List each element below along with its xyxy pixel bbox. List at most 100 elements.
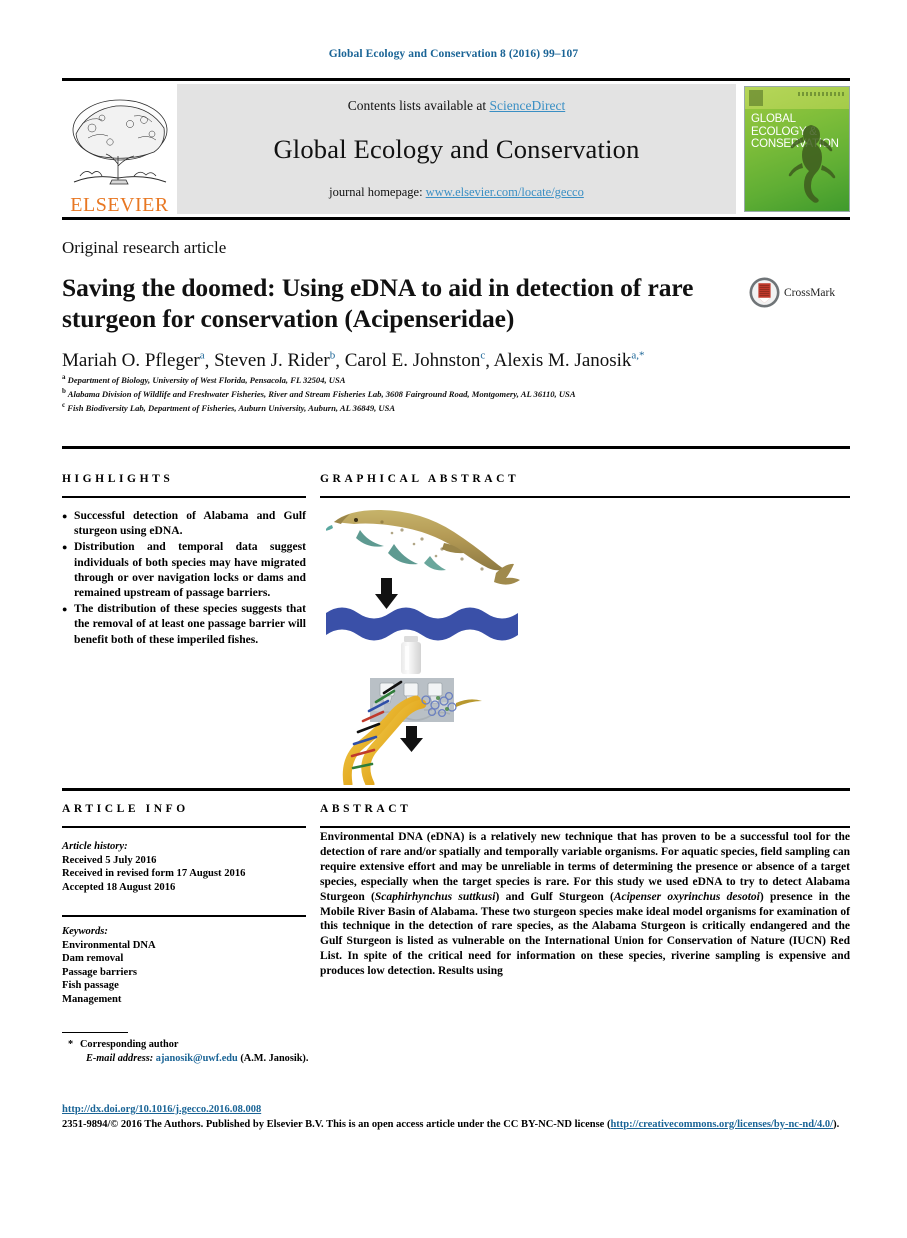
- list-item: ● The distribution of these species sugg…: [62, 601, 306, 647]
- bullet-icon: ●: [62, 604, 68, 615]
- keywords-label: Keywords:: [62, 926, 108, 937]
- contents-available-line: Contents lists available at ScienceDirec…: [348, 98, 565, 114]
- section-divider-middle: [62, 788, 850, 791]
- keyword-item: Fish passage: [62, 980, 119, 992]
- elsevier-logo: ELSEVIER: [62, 81, 177, 217]
- copyright-post: ).: [833, 1118, 840, 1130]
- graphical-abstract-underline: [320, 496, 850, 498]
- affiliation-2: c Fish Biodiversity Lab, Department of F…: [62, 400, 782, 414]
- affiliation-list: a Department of Biology, University of W…: [62, 372, 782, 414]
- crossmark-label: CrossMark: [784, 286, 836, 299]
- abstract-species-2: Acipenser oxyrinchus desotoi: [613, 890, 760, 903]
- email-line: E-mail address: ajanosik@uwf.edu (A.M. J…: [68, 1052, 568, 1066]
- keyword-item: Passage barriers: [62, 966, 138, 978]
- article-first-page: Global Ecology and Conservation 8 (2016)…: [0, 0, 907, 1238]
- sturgeon-fish-icon: [326, 510, 520, 585]
- copyright-line: 2351-9894/© 2016 The Authors. Published …: [62, 1118, 852, 1133]
- journal-title: Global Ecology and Conservation: [273, 134, 640, 164]
- running-head: Global Ecology and Conservation 8 (2016)…: [328, 48, 579, 60]
- corresponding-author-line: * Corresponding author: [68, 1038, 568, 1052]
- corresponding-author-label: Corresponding author: [80, 1039, 179, 1050]
- license-link-2[interactable]: licenses/by-nc-nd/4.0/: [737, 1119, 833, 1130]
- article-info-underline: [62, 826, 306, 828]
- section-divider-top: [62, 446, 850, 449]
- list-item: ● Successful detection of Alabama and Gu…: [62, 508, 306, 538]
- affiliation-1-mark: b: [62, 387, 66, 396]
- journal-homepage-link[interactable]: www.elsevier.com/locate/gecco: [426, 185, 584, 199]
- elsevier-wordmark: ELSEVIER: [70, 194, 169, 216]
- keyword-item: Management: [62, 993, 122, 1005]
- river-water-icon: [326, 607, 518, 641]
- article-history-block: Article history: Received 5 July 2016 Re…: [62, 840, 306, 894]
- sciencedirect-link[interactable]: ScienceDirect: [490, 98, 566, 113]
- author-0: Mariah O. Pflegera: [62, 350, 205, 371]
- highlights-heading: HIGHLIGHTS: [62, 473, 174, 485]
- abstract-species-1: Scaphirhynchus suttkusi: [374, 890, 496, 903]
- author-2-name: Carol E. Johnston: [344, 350, 481, 372]
- abstract-part-3: ) presence in the Mobile River Basin of …: [320, 890, 850, 978]
- author-0-name: Mariah O. Pfleger: [62, 350, 200, 372]
- highlight-text: Distribution and temporal data suggest i…: [74, 540, 306, 600]
- footnote-divider: [62, 1032, 128, 1034]
- author-0-mark: a: [199, 350, 205, 362]
- arrow-down-icon-2: [400, 726, 423, 752]
- affiliation-0-mark: a: [62, 373, 66, 381]
- keyword-item: Dam removal: [62, 953, 124, 965]
- abstract-underline: [320, 826, 850, 828]
- journal-homepage-line: journal homepage: www.elsevier.com/locat…: [329, 185, 584, 200]
- history-item: Accepted 18 August 2016: [62, 881, 176, 893]
- author-1-mark: b: [329, 350, 336, 362]
- graphical-abstract-figure: [326, 510, 520, 785]
- article-history-label: Article history:: [62, 841, 128, 852]
- journal-cover-thumbnail[interactable]: GLOBAL ECOLOGY & CONSERVATION: [744, 86, 850, 212]
- history-item: Received in revised form 17 August 2016: [62, 868, 246, 880]
- article-type-label: Original research article: [62, 238, 227, 257]
- affiliation-2-mark: c: [62, 401, 66, 410]
- author-1: Steven J. Riderb: [214, 350, 335, 371]
- cover-microtext: [798, 92, 844, 96]
- highlight-text: The distribution of these species sugges…: [74, 602, 306, 646]
- list-item: ● Distribution and temporal data suggest…: [62, 539, 306, 600]
- abstract-part-2: ) and Gulf Sturgeon (: [495, 890, 614, 903]
- asterisk-icon: *: [68, 1039, 74, 1050]
- email-label: E-mail address:: [86, 1053, 154, 1064]
- crossmark-badge[interactable]: CrossMark: [749, 277, 835, 308]
- doi-copyright-block: http://dx.doi.org/10.1016/j.gecco.2016.0…: [62, 1103, 852, 1132]
- bullet-icon: ●: [62, 511, 68, 521]
- crossmark-icon: [749, 277, 780, 308]
- affiliation-2-text: Fish Biodiversity Lab, Department of Fis…: [67, 402, 396, 413]
- elsevier-tree-icon: [72, 99, 167, 185]
- highlights-list: ● Successful detection of Alabama and Gu…: [62, 508, 306, 648]
- author-list: Mariah O. Pflegera, Steven J. Riderb, Ca…: [62, 350, 645, 372]
- affiliation-1-text: Alabama Division of Wildlife and Freshwa…: [67, 388, 576, 399]
- keyword-item: Environmental DNA: [62, 939, 156, 951]
- arrow-down-icon-1: [375, 578, 398, 609]
- graphical-abstract-heading: GRAPHICAL ABSTRACT: [320, 473, 520, 485]
- affiliation-0-text: Department of Biology, University of Wes…: [67, 374, 346, 385]
- affiliation-1: b Alabama Division of Wildlife and Fresh…: [62, 386, 782, 400]
- homepage-prefix: journal homepage:: [329, 185, 426, 199]
- water-sample-bottle-icon: [401, 636, 421, 674]
- doi-link[interactable]: http://dx.doi.org/10.1016/j.gecco.2016.0…: [62, 1104, 261, 1115]
- keywords-divider: [62, 915, 306, 917]
- masthead-center: Contents lists available at ScienceDirec…: [177, 84, 736, 214]
- affiliation-0: a Department of Biology, University of W…: [62, 372, 782, 386]
- highlights-underline: [62, 496, 306, 498]
- keywords-block: Keywords: Environmental DNA Dam removal …: [62, 925, 306, 1007]
- author-3-mark: a,*: [631, 350, 645, 362]
- license-link-1[interactable]: http://creativecommons.org/: [610, 1119, 737, 1130]
- abstract-heading: ABSTRACT: [320, 803, 412, 815]
- page-title: Saving the doomed: Using eDNA to aid in …: [62, 273, 694, 333]
- author-2: Carol E. Johnstonc: [345, 350, 486, 371]
- contents-prefix: Contents lists available at: [347, 98, 490, 113]
- email-link[interactable]: ajanosik@uwf.edu: [156, 1053, 238, 1064]
- journal-masthead: ELSEVIER Contents lists available at Sci…: [62, 78, 850, 220]
- cover-elsevier-mark-icon: [749, 90, 763, 106]
- author-3-name: Alexis M. Janosik: [493, 350, 632, 372]
- author-2-mark: c: [480, 350, 486, 362]
- author-3: Alexis M. Janosika,*: [494, 350, 645, 371]
- abstract-text: Environmental DNA (eDNA) is a relatively…: [320, 830, 850, 979]
- bullet-icon: ●: [62, 542, 68, 553]
- lizard-icon: [788, 125, 836, 203]
- corresponding-author-note: * Corresponding author E-mail address: aj…: [68, 1038, 568, 1066]
